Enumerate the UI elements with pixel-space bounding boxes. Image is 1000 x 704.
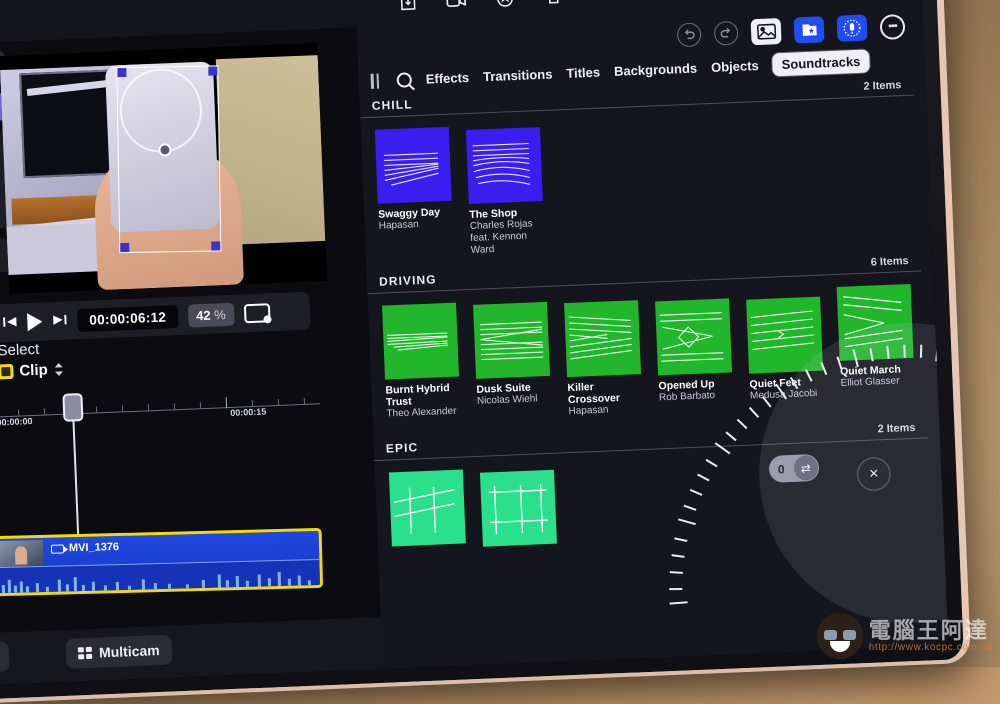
tab-backgrounds[interactable]: Backgrounds <box>614 60 698 78</box>
more-icon[interactable]: ••• <box>879 13 905 39</box>
section-title: CHILL <box>372 97 413 113</box>
tab-objects[interactable]: Objects <box>711 58 759 75</box>
tab-titles[interactable]: Titles <box>566 64 600 80</box>
swap-icon[interactable]: ⇄ <box>793 455 819 481</box>
list-item[interactable]: The Shop Charles Rojas feat. Kennon Ward <box>466 123 548 257</box>
skip-back-icon[interactable] <box>2 314 18 332</box>
watermark: 電腦王阿達 http://www.kocpc.com.tw <box>817 613 992 659</box>
track-artist: Theo Alexander <box>386 405 463 420</box>
list-item[interactable]: Burnt Hybrid Trust Theo Alexander <box>382 302 464 425</box>
dial-tick <box>669 588 682 590</box>
clip-label: Clip <box>19 361 48 379</box>
track-artwork <box>382 303 459 380</box>
section-chill: CHILL 2 Items Swaggy Day Hapasan <box>360 76 933 271</box>
track-artist: Hapasan <box>379 218 456 233</box>
crop-overlay-rectangle[interactable] <box>117 65 222 252</box>
photos-icon[interactable] <box>751 18 782 45</box>
dial-tick <box>790 377 798 389</box>
tab-transitions[interactable]: Transitions <box>483 66 553 84</box>
list-item[interactable] <box>480 466 560 547</box>
dial-tick <box>820 362 826 375</box>
track-artwork <box>389 469 466 546</box>
ruler-label-start: 00:00:00 <box>0 416 33 427</box>
clip-name-label: MVI_1376 <box>51 541 119 555</box>
track-artist: Charles Rojas feat. Kennon Ward <box>470 218 548 257</box>
playhead-handle[interactable] <box>62 393 83 422</box>
dial-tick <box>920 345 922 358</box>
track-artwork <box>564 300 641 377</box>
section-title: EPIC <box>386 440 419 455</box>
list-item[interactable]: Killer Crossover Hapasan <box>564 295 646 418</box>
zoom-level-chip[interactable]: 42 % <box>188 302 235 327</box>
pause-icon[interactable] <box>370 73 379 88</box>
ipad-screen: 70% Reset o Crop 03 px <box>0 0 948 686</box>
fit-to-screen-icon[interactable] <box>243 303 270 323</box>
editor-pane: Reset o Crop 03 px <box>0 27 383 685</box>
undo-icon[interactable] <box>677 22 702 47</box>
section-title: DRIVING <box>379 272 437 288</box>
dial-tick <box>903 345 905 358</box>
video-camera-icon[interactable] <box>445 0 468 10</box>
ipad-device: 70% Reset o Crop 03 px <box>0 0 971 704</box>
toggle-value: 0 <box>769 461 794 476</box>
section-count: 6 Items <box>870 255 908 269</box>
ruler-label-mid: 00:00:15 <box>230 406 266 417</box>
search-icon[interactable] <box>396 72 412 88</box>
favorites-icon[interactable] <box>794 16 825 43</box>
dial-tick <box>869 348 873 361</box>
redo-icon[interactable] <box>714 21 739 46</box>
tab-soundtracks[interactable]: Soundtracks <box>772 49 870 76</box>
track-title: Burnt Hybrid Trust <box>385 381 463 408</box>
value-toggle[interactable]: 0 ⇄ <box>769 454 820 483</box>
multicam-grid-icon <box>78 647 92 660</box>
import-icon[interactable] <box>398 0 418 12</box>
markup-pen-icon[interactable] <box>495 0 515 8</box>
skip-forward-icon[interactable] <box>52 312 68 330</box>
section-count: 2 Items <box>863 79 901 93</box>
list-item[interactable]: Opened Up Rob Barbato <box>655 291 737 414</box>
dial-tick <box>852 349 858 367</box>
dial-tick <box>805 369 812 381</box>
timecode-display[interactable]: 00:00:06:12 <box>77 305 179 332</box>
chevron-updown-icon[interactable] <box>53 362 65 376</box>
media-browser: ••• Effects Transitions Titles Backgroun… <box>357 4 949 669</box>
clip-thumbnail <box>0 540 43 567</box>
track-artist: Hapasan <box>568 403 645 418</box>
list-item[interactable]: Dusk Suite Nicolas Wiehl <box>473 299 555 422</box>
dial-tick <box>836 357 842 370</box>
clip-color-swatch <box>0 364 14 380</box>
track-artwork <box>466 127 543 204</box>
track-artist: Nicolas Wiehl <box>477 393 554 408</box>
audio-icon[interactable] <box>837 15 868 42</box>
play-icon[interactable] <box>27 313 43 332</box>
zoom-unit: % <box>214 307 226 322</box>
multicam-button[interactable]: Multicam <box>65 635 172 669</box>
track-artwork <box>480 470 557 547</box>
track-artwork <box>473 302 550 379</box>
share-icon[interactable] <box>542 0 562 7</box>
dial-tick <box>886 346 889 359</box>
camera-icon <box>51 544 64 553</box>
timeline-clip[interactable]: MVI_1376 <box>0 528 323 596</box>
status-bar-left <box>0 9 248 21</box>
watermark-name: 電腦王阿達 <box>869 620 992 642</box>
track-artwork <box>655 298 732 375</box>
imovie-app: Reset o Crop 03 px <box>0 4 948 685</box>
video-viewer[interactable] <box>0 43 327 294</box>
track-artist: Rob Barbato <box>659 389 736 404</box>
track-title: Killer Crossover <box>567 379 645 406</box>
list-item[interactable] <box>389 469 469 550</box>
animate-button[interactable]: nimate <box>0 641 10 674</box>
clip-filename: MVI_1376 <box>69 541 119 554</box>
watermark-url: http://www.kocpc.com.tw <box>869 642 992 653</box>
tab-effects[interactable]: Effects <box>425 69 469 86</box>
list-item[interactable]: Swaggy Day Hapasan <box>375 127 457 261</box>
track-artwork <box>375 127 452 204</box>
zoom-value: 42 <box>196 307 211 323</box>
multicam-label: Multicam <box>99 642 160 660</box>
watermark-avatar <box>817 613 863 659</box>
audio-waveform <box>0 559 320 593</box>
